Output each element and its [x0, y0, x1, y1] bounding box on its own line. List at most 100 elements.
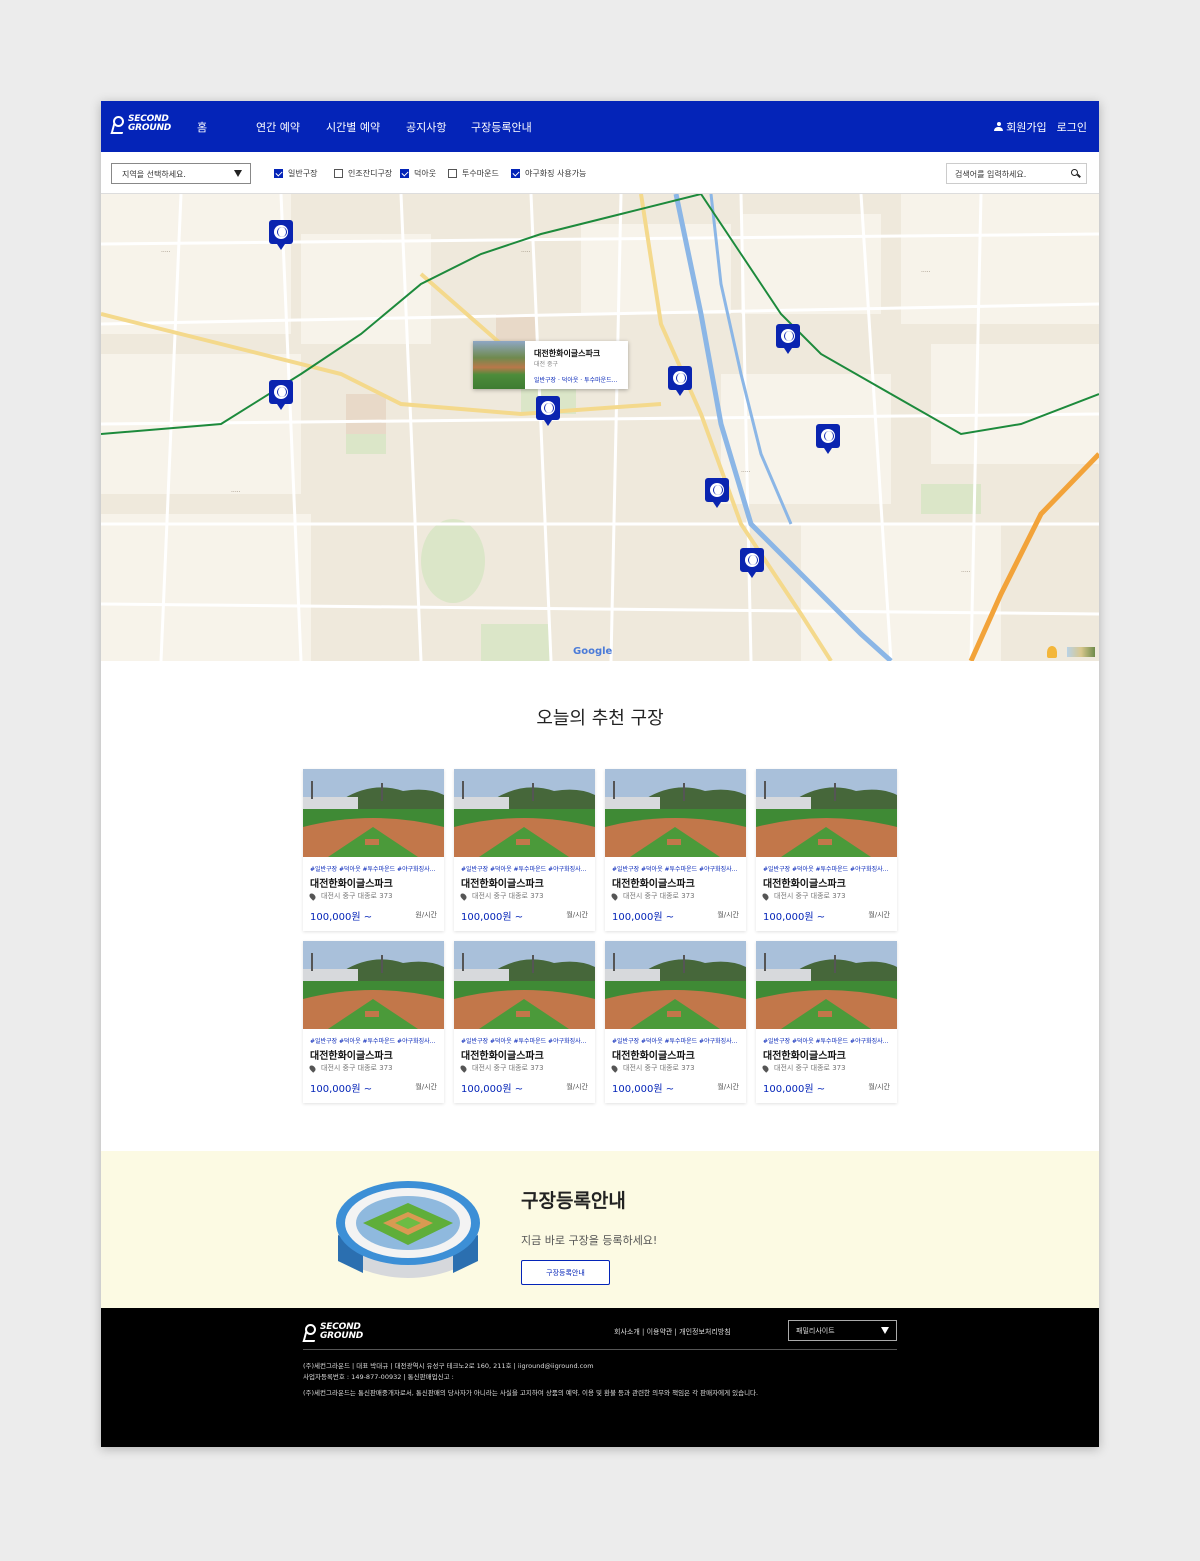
field-photo: [605, 769, 746, 857]
filter-dugout[interactable]: 덕아웃: [400, 168, 436, 179]
register-subtitle: 지금 바로 구장을 등록하세요!: [521, 1234, 658, 1247]
field-price: 100,000원 ~: [461, 912, 524, 923]
filter-cleats-allowed[interactable]: 야구화징 사용가능: [511, 168, 586, 179]
price-unit: 월/시간: [415, 1083, 437, 1091]
business-registration: 사업자등록번호 : 149-877-00932 | 통신판매업신고 :: [303, 1373, 454, 1381]
field-name: 대전한화이글스파크: [763, 879, 846, 890]
checkbox-checked[interactable]: [274, 169, 283, 178]
stadium-illustration: [336, 1181, 480, 1278]
login-link[interactable]: 로그인: [1057, 119, 1087, 135]
field-photo: [756, 769, 897, 857]
field-tags: #일반구장 #덕아웃 #투수마운드 #야구화징사...: [612, 866, 738, 873]
baseball-icon: [745, 553, 759, 567]
register-title: 구장등록안내: [521, 1190, 626, 1212]
nav-notice[interactable]: 공지사항: [406, 119, 446, 135]
field-card[interactable]: #일반구장 #덕아웃 #투수마운드 #야구화징사... 대전한화이글스파크 대전시 …: [303, 941, 444, 1103]
footer-logo[interactable]: SECOND GROUND: [303, 1323, 363, 1341]
account-links: 회원가입 로그인: [994, 101, 1087, 152]
field-photo: [756, 941, 897, 1029]
field-card[interactable]: #일반구장 #덕아웃 #투수마운드 #야구화징사... 대전한화이글스파크 대전시 …: [454, 941, 595, 1103]
footer-links[interactable]: 회사소개 | 이용약관 | 개인정보처리방침: [614, 1327, 731, 1337]
price-unit: 월/시간: [566, 1083, 588, 1091]
signup-link[interactable]: 회원가입: [994, 119, 1047, 135]
footer: SECOND GROUND 회사소개 | 이용약관 | 개인정보처리방침 패밀리사…: [101, 1308, 1099, 1447]
baseball-icon: [781, 329, 795, 343]
runner-logo-icon: [303, 1323, 317, 1341]
field-card[interactable]: #일반구장 #덕아웃 #투수마운드 #야구화징사... 대전한화이글스파크 대전시 …: [454, 769, 595, 931]
field-address: 대전시 중구 대종로 373: [761, 891, 846, 901]
field-map-pin[interactable]: [705, 478, 729, 508]
field-name: 대전한화이글스파크: [461, 1051, 544, 1062]
nav-hourly-reservation[interactable]: 시간별 예약: [326, 119, 380, 135]
top-nav-bar: SECOND GROUND 홈 연간 예약 시간별 예약 공지사항 구장등록안내 …: [101, 101, 1099, 152]
checkbox-checked[interactable]: [511, 169, 520, 178]
baseball-icon: [541, 401, 555, 415]
nav-register-guide[interactable]: 구장등록안내: [471, 119, 532, 135]
field-price: 100,000원 ~: [612, 912, 675, 923]
field-tags: #일반구장 #덕아웃 #투수마운드 #야구화징사...: [461, 1038, 587, 1045]
svg-text:·····: ·····: [161, 249, 171, 256]
field-map-pin[interactable]: [776, 324, 800, 354]
map-view[interactable]: ····· ····· ····· ····· ····· ····· 대전한화이글스파…: [101, 194, 1099, 661]
search-icon[interactable]: [1071, 169, 1078, 176]
location-pin-icon: [308, 1063, 317, 1073]
field-card[interactable]: #일반구장 #덕아웃 #투수마운드 #야구화징사... 대전한화이글스파크 대전시 …: [605, 769, 746, 931]
baseball-icon: [274, 225, 288, 239]
map-type-toggle[interactable]: [1067, 647, 1095, 657]
field-tags: #일반구장 #덕아웃 #투수마운드 #야구화징사...: [310, 866, 436, 873]
field-address: 대전시 중구 대종로 373: [610, 1063, 695, 1073]
filter-bar: 지역을 선택하세요. 일반구장 인조잔디구장 덕아웃 투수마운드 야구화징 사용…: [101, 152, 1099, 194]
field-photo: [303, 769, 444, 857]
pegman-icon[interactable]: [1047, 646, 1057, 658]
svg-text:·····: ·····: [961, 569, 971, 576]
field-photo: [454, 769, 595, 857]
search-input[interactable]: 검색어를 입력하세요.: [946, 163, 1087, 184]
checkbox-unchecked[interactable]: [448, 169, 457, 178]
field-name: 대전한화이글스파크: [461, 879, 544, 890]
field-map-pin[interactable]: [269, 380, 293, 410]
filter-general-field[interactable]: 일반구장: [274, 168, 317, 179]
field-map-pin[interactable]: [668, 366, 692, 396]
field-address: 대전시 중구 대종로 373: [610, 891, 695, 901]
nav-annual-reservation[interactable]: 연간 예약: [256, 119, 300, 135]
field-card[interactable]: #일반구장 #덕아웃 #투수마운드 #야구화징사... 대전한화이글스파크 대전시 …: [756, 941, 897, 1103]
region-select[interactable]: 지역을 선택하세요.: [111, 163, 251, 184]
field-tags: #일반구장 #덕아웃 #투수마운드 #야구화징사...: [310, 1038, 436, 1045]
filter-pitcher-mound[interactable]: 투수마운드: [448, 168, 499, 179]
field-map-pin[interactable]: [816, 424, 840, 454]
field-map-pin[interactable]: [269, 220, 293, 250]
map-popup[interactable]: 대전한화이글스파크 대전 중구 일반구장 · 덕아웃 · 투수마운드...: [473, 341, 628, 389]
user-icon: [994, 121, 1004, 131]
family-site-select[interactable]: 패밀리사이트: [788, 1320, 897, 1341]
field-map-pin[interactable]: [536, 396, 560, 426]
field-card[interactable]: #일반구장 #덕아웃 #투수마운드 #야구화징사... 대전한화이글스파크 대전시 …: [756, 769, 897, 931]
page: SECOND GROUND 홈 연간 예약 시간별 예약 공지사항 구장등록안내 …: [101, 101, 1099, 1447]
location-pin-icon: [761, 891, 770, 901]
field-name: 대전한화이글스파크: [612, 879, 695, 890]
field-map-pin[interactable]: [740, 548, 764, 578]
field-address: 대전시 중구 대종로 373: [761, 1063, 846, 1073]
checkbox-checked[interactable]: [400, 169, 409, 178]
field-price: 100,000원 ~: [612, 1084, 675, 1095]
field-card[interactable]: #일반구장 #덕아웃 #투수마운드 #야구화징사... 대전한화이글스파크 대전시 …: [303, 769, 444, 931]
logo[interactable]: SECOND GROUND: [111, 115, 171, 133]
filter-artificial-turf[interactable]: 인조잔디구장: [334, 168, 392, 179]
field-name: 대전한화이글스파크: [763, 1051, 846, 1062]
price-unit: 월/시간: [717, 911, 739, 919]
field-name: 대전한화이글스파크: [612, 1051, 695, 1062]
dropdown-arrow-icon: [234, 170, 242, 177]
google-attribution: Google: [573, 646, 613, 657]
field-photo: [605, 941, 746, 1029]
field-card[interactable]: #일반구장 #덕아웃 #투수마운드 #야구화징사... 대전한화이글스파크 대전시 …: [605, 941, 746, 1103]
field-photo: [454, 941, 595, 1029]
svg-text:·····: ·····: [231, 489, 241, 496]
baseball-icon: [274, 385, 288, 399]
register-banner: 구장등록안내 지금 바로 구장을 등록하세요! 구장등록안내: [101, 1151, 1099, 1308]
register-guide-button[interactable]: 구장등록안내: [521, 1260, 610, 1285]
footer-divider: [303, 1349, 897, 1350]
nav-home[interactable]: 홈: [197, 119, 207, 135]
field-address: 대전시 중구 대종로 373: [459, 891, 544, 901]
checkbox-unchecked[interactable]: [334, 169, 343, 178]
field-price: 100,000원 ~: [763, 912, 826, 923]
location-pin-icon: [610, 891, 619, 901]
